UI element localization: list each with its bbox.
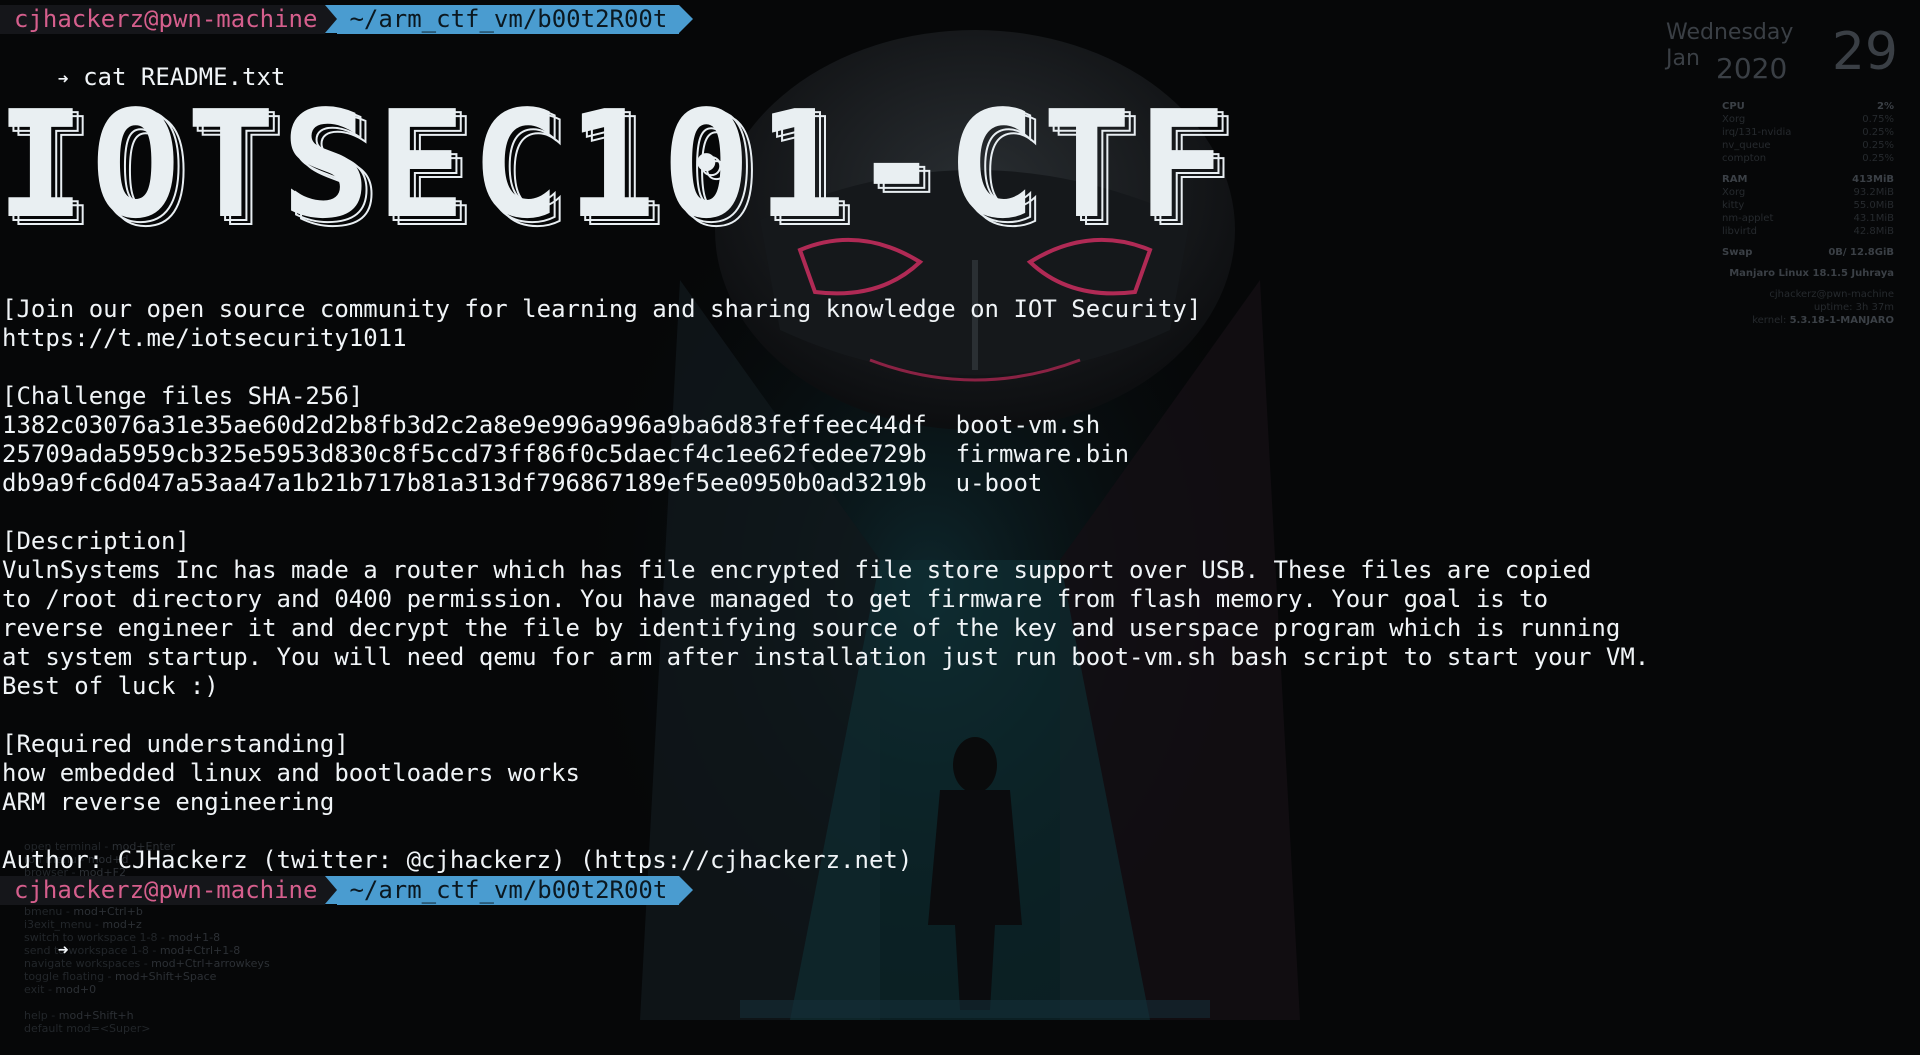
readme-line: Best of luck :) bbox=[2, 672, 219, 700]
readme-line bbox=[2, 817, 1649, 846]
prompt-user-host: cjhackerz@pwn-machine bbox=[0, 876, 326, 905]
prompt-separator-icon bbox=[325, 876, 338, 904]
readme-line: [Required understanding] bbox=[2, 730, 349, 758]
readme-line: at system startup. You will need qemu fo… bbox=[2, 643, 1650, 671]
readme-line: 1382c03076a31e35ae60d2d2b8fb3d2c2a8e9e99… bbox=[2, 411, 1101, 439]
prompt-end-icon bbox=[679, 876, 694, 904]
readme-line: ARM reverse engineering bbox=[2, 788, 335, 816]
prompt-end-icon bbox=[679, 5, 694, 33]
readme-line: [Description] bbox=[2, 527, 190, 555]
readme-line bbox=[2, 353, 1649, 382]
readme-line: db9a9fc6d047a53aa47a1b21b717b81a313df796… bbox=[2, 469, 1043, 497]
prompt-arrow-icon: ➜ bbox=[57, 940, 69, 961]
readme-output: [Join our open source community for lear… bbox=[2, 295, 1649, 875]
readme-line: 25709ada5959cb325e5953d830c8f5ccd73ff86f… bbox=[2, 440, 1130, 468]
prompt-user-host: cjhackerz@pwn-machine bbox=[0, 5, 326, 34]
prompt-separator-icon bbox=[325, 5, 338, 33]
readme-line bbox=[2, 701, 1649, 730]
prompt-path: ~/arm_ctf_vm/b00t2R00t bbox=[337, 5, 680, 34]
readme-line: [Join our open source community for lear… bbox=[2, 295, 1202, 323]
readme-line: how embedded linux and bootloaders works bbox=[2, 759, 580, 787]
readme-line: to /root directory and 0400 permission. … bbox=[2, 585, 1549, 613]
readme-line: VulnSystems Inc has made a router which … bbox=[2, 556, 1592, 584]
prompt-path: ~/arm_ctf_vm/b00t2R00t bbox=[337, 876, 680, 905]
ascii-banner: IOTSEC101-CTF IOTSEC101-CTF IOTSEC101-CT… bbox=[0, 70, 1316, 260]
shell-prompt: cjhackerz@pwn-machine ~/arm_ctf_vm/b00t2… bbox=[0, 5, 694, 34]
command-line-input[interactable]: ➜ bbox=[0, 905, 69, 994]
readme-line: https://t.me/iotsecurity1011 bbox=[2, 324, 407, 352]
readme-line: [Challenge files SHA-256] bbox=[2, 382, 364, 410]
readme-line: reverse engineer it and decrypt the file… bbox=[2, 614, 1621, 642]
shell-prompt: cjhackerz@pwn-machine ~/arm_ctf_vm/b00t2… bbox=[0, 876, 694, 905]
readme-line: Author: CJHackerz (twitter: @cjhackerz) … bbox=[2, 846, 913, 874]
banner-text: IOTSEC101-CTF bbox=[0, 79, 1233, 251]
readme-line bbox=[2, 498, 1649, 527]
terminal-window[interactable]: cjhackerz@pwn-machine ~/arm_ctf_vm/b00t2… bbox=[0, 0, 1920, 1055]
